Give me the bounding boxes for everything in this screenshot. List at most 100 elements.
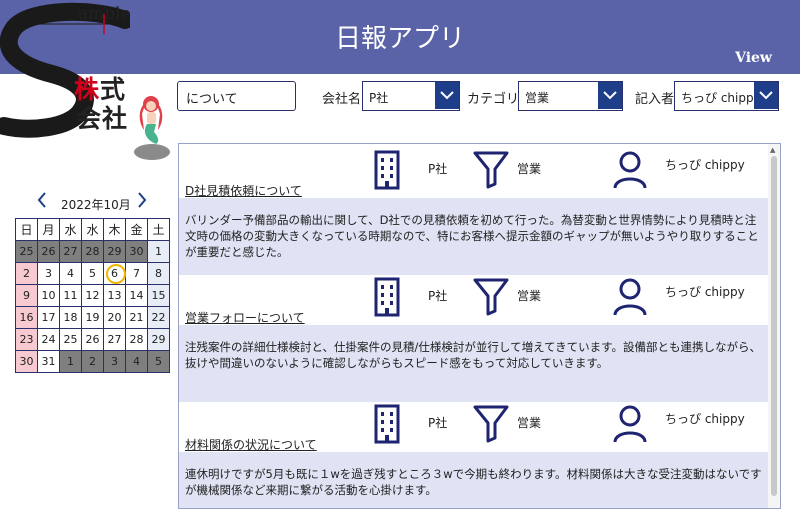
report-title-link[interactable]: D社見積依頼について — [185, 182, 302, 199]
building-icon — [372, 150, 402, 194]
calendar-day[interactable]: 2 — [16, 263, 38, 285]
person-icon — [612, 150, 648, 194]
calendar-day[interactable]: 18 — [60, 307, 82, 329]
calendar-day[interactable]: 16 — [16, 307, 38, 329]
category-dropdown-value: 営業 — [525, 91, 550, 105]
calendar-day[interactable]: 8 — [148, 263, 170, 285]
calendar-day[interactable]: 25 — [60, 329, 82, 351]
chevron-right-icon[interactable] — [137, 192, 147, 212]
chevron-down-icon[interactable] — [598, 82, 622, 109]
calendar-day[interactable]: 15 — [148, 285, 170, 307]
person-icon — [612, 277, 648, 321]
calendar-day[interactable]: 4 — [126, 351, 148, 373]
calendar-day[interactable]: 28 — [82, 241, 104, 263]
calendar-weekday: 土 — [148, 219, 170, 241]
calendar-day[interactable]: 7 — [126, 263, 148, 285]
report-category: 営業 — [517, 289, 542, 303]
funnel-icon — [472, 404, 510, 448]
logo-sample-text: ample — [78, 4, 131, 24]
building-icon — [372, 277, 402, 321]
calendar-day[interactable]: 30 — [16, 351, 38, 373]
calendar-day[interactable]: 24 — [38, 329, 60, 351]
writer-dropdown[interactable]: ちっぴ chippy — [674, 81, 779, 111]
company-dropdown[interactable]: P社 — [362, 81, 460, 111]
writer-filter-label: 記入者 — [635, 92, 675, 107]
scroll-up-icon[interactable]: ▲ — [770, 146, 775, 154]
scrollbar[interactable]: ▲ — [768, 144, 780, 508]
calendar-weekday: 水 — [82, 219, 104, 241]
report-body: バリンダー予備部品の輸出に関して、D社での見積依頼を初めて行った。為替変動と世界… — [179, 198, 770, 275]
calendar-day[interactable]: 29 — [104, 241, 126, 263]
report-header: P社 営業 ちっぴ chippy 営業フォローについて — [179, 275, 770, 325]
report-writer: ちっぴ chippy — [665, 285, 745, 299]
calendar-day[interactable]: 6 — [104, 263, 126, 285]
calendar-weekday: 水 — [60, 219, 82, 241]
calendar-day[interactable]: 1 — [60, 351, 82, 373]
calendar-day[interactable]: 19 — [82, 307, 104, 329]
report-writer: ちっぴ chippy — [665, 158, 745, 172]
calendar-day[interactable]: 14 — [126, 285, 148, 307]
calendar-day[interactable]: 31 — [38, 351, 60, 373]
search-input[interactable]: について — [177, 81, 296, 111]
funnel-icon — [472, 150, 510, 194]
report-body: 連休明けですが5月も既に１wを過ぎ残すところ３wで今期も終わります。材料関係は大… — [179, 452, 770, 508]
report-text: バリンダー予備部品の輸出に関して、D社での見積依頼を初めて行った。為替変動と世界… — [185, 213, 759, 259]
report-writer: ちっぴ chippy — [665, 412, 745, 426]
calendar-day[interactable]: 12 — [82, 285, 104, 307]
report-card[interactable]: P社 営業 ちっぴ chippy 営業フォローについて 注残案件の詳細仕様検討と、仕掛案… — [179, 275, 770, 402]
calendar-day[interactable]: 22 — [148, 307, 170, 329]
company-dropdown-value: P社 — [369, 91, 389, 105]
calendar-day[interactable]: 3 — [38, 263, 60, 285]
calendar-day[interactable]: 5 — [148, 351, 170, 373]
report-company: P社 — [428, 162, 448, 176]
calendar-weekday: 日 — [16, 219, 38, 241]
calendar-day[interactable]: 3 — [104, 351, 126, 373]
calendar-day[interactable]: 27 — [60, 241, 82, 263]
view-label[interactable]: View — [735, 50, 772, 66]
calendar-day[interactable]: 30 — [126, 241, 148, 263]
report-card[interactable]: P社 営業 ちっぴ chippy D社見積依頼についてバリンダー予備部品の輸出に関して… — [179, 148, 770, 275]
calendar-day[interactable]: 27 — [104, 329, 126, 351]
calendar-day[interactable]: 9 — [16, 285, 38, 307]
calendar-day[interactable]: 26 — [82, 329, 104, 351]
calendar-day[interactable]: 21 — [126, 307, 148, 329]
report-category: 営業 — [517, 416, 542, 430]
calendar-day[interactable]: 13 — [104, 285, 126, 307]
report-category: 営業 — [517, 162, 542, 176]
report-header: P社 営業 ちっぴ chippy 材料関係の状況について — [179, 402, 770, 452]
calendar-day[interactable]: 11 — [60, 285, 82, 307]
chevron-left-icon[interactable] — [37, 192, 47, 212]
scroll-thumb[interactable] — [771, 156, 777, 496]
calendar-day[interactable]: 26 — [38, 241, 60, 263]
calendar-nav: 2022年10月 — [15, 192, 170, 214]
chevron-down-icon[interactable] — [754, 82, 778, 109]
calendar-day[interactable]: 1 — [148, 241, 170, 263]
calendar-day[interactable]: 4 — [60, 263, 82, 285]
report-company: P社 — [428, 289, 448, 303]
calendar-weekday: 木 — [104, 219, 126, 241]
report-body: 注残案件の詳細仕様検討と、仕掛案件の見積/仕様検討が並行して増えてきています。設… — [179, 325, 770, 402]
calendar-day[interactable]: 5 — [82, 263, 104, 285]
report-card[interactable]: P社 営業 ちっぴ chippy 材料関係の状況について 連休明けですが5月も既に１wを… — [179, 402, 770, 508]
report-text: 連休明けですが5月も既に１wを過ぎ残すところ３wで今期も終わります。材料関係は大… — [185, 467, 762, 497]
calendar-weekday: 月 — [38, 219, 60, 241]
writer-dropdown-value: ちっぴ chippy — [681, 91, 759, 105]
category-dropdown[interactable]: 営業 — [518, 81, 623, 111]
report-title-link[interactable]: 営業フォローについて — [185, 309, 305, 326]
calendar-day[interactable]: 20 — [104, 307, 126, 329]
report-list: P社 営業 ちっぴ chippy D社見積依頼について バリンダー予備部品の輸出に関して… — [178, 143, 781, 509]
company-filter-label: 会社名 — [322, 92, 362, 107]
report-header: P社 営業 ちっぴ chippy D社見積依頼について — [179, 148, 770, 198]
calendar-day[interactable]: 10 — [38, 285, 60, 307]
calendar-day[interactable]: 23 — [16, 329, 38, 351]
calendar-day[interactable]: 25 — [16, 241, 38, 263]
calendar-day[interactable]: 2 — [82, 351, 104, 373]
report-title-link[interactable]: 材料関係の状況について — [185, 436, 317, 453]
calendar-day[interactable]: 29 — [148, 329, 170, 351]
calendar-day[interactable]: 28 — [126, 329, 148, 351]
chevron-down-icon[interactable] — [435, 82, 459, 109]
calendar-day[interactable]: 17 — [38, 307, 60, 329]
filter-bar: について 会社名 P社 カテゴリ 営業 記入者 ちっぴ chippy — [0, 81, 800, 111]
category-filter-label: カテゴリ — [467, 92, 520, 107]
person-icon — [612, 404, 648, 448]
